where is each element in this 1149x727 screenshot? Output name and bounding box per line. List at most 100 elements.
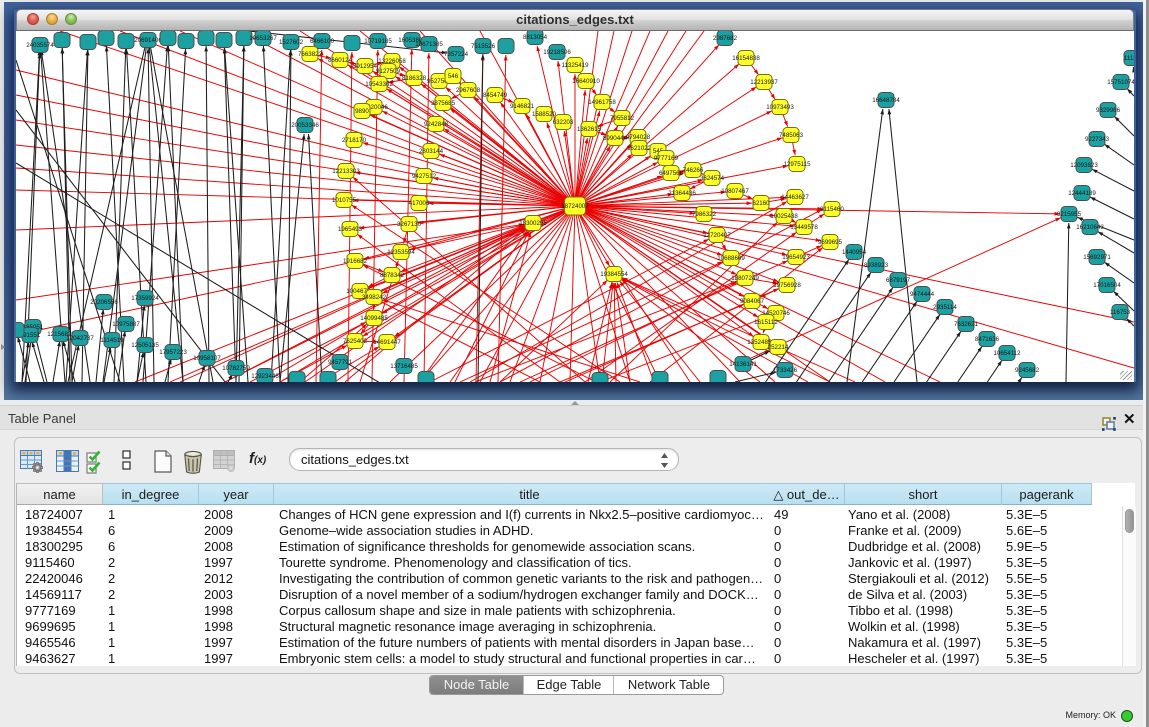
svg-text:8878342: 8878342 (380, 272, 405, 279)
svg-text:20053346: 20053346 (291, 122, 319, 129)
svg-text:14136141: 14136141 (729, 361, 757, 368)
svg-text:10688609: 10688609 (717, 255, 745, 262)
svg-text:10671385: 10671385 (415, 41, 443, 48)
svg-text:7515526: 7515526 (471, 43, 496, 50)
svg-text:8454749: 8454749 (483, 92, 508, 99)
svg-text:3875685: 3875685 (431, 100, 456, 107)
svg-text:9777169: 9777169 (654, 155, 679, 162)
svg-text:7955812: 7955812 (610, 115, 635, 122)
svg-text:1621022: 1621022 (627, 145, 652, 152)
svg-text:19218506: 19218506 (543, 49, 571, 56)
svg-text:746266: 746266 (683, 167, 704, 174)
svg-text:14961758: 14961758 (588, 99, 616, 106)
svg-text:10807467: 10807467 (721, 188, 749, 195)
svg-text:10653267: 10653267 (249, 35, 277, 42)
svg-text:3267130: 3267130 (397, 221, 422, 228)
svg-text:19654923: 19654923 (782, 254, 810, 261)
svg-text:9474444: 9474444 (910, 291, 935, 298)
svg-text:11325419: 11325419 (561, 62, 589, 69)
svg-text:62160: 62160 (752, 200, 770, 207)
svg-text:9084067: 9084067 (740, 298, 765, 305)
svg-text:6497568: 6497568 (659, 170, 684, 177)
svg-text:9457791: 9457791 (328, 359, 353, 366)
svg-text:116753: 116753 (1110, 309, 1131, 316)
svg-text:12213937: 12213937 (750, 79, 778, 86)
svg-text:17957223: 17957223 (159, 349, 187, 356)
svg-text:9146821: 9146821 (510, 103, 535, 110)
svg-text:2967608: 2967608 (456, 87, 481, 94)
svg-text:8990444: 8990444 (603, 135, 628, 142)
svg-text:8186328: 8186328 (402, 75, 427, 82)
svg-text:7632621: 7632621 (954, 321, 979, 328)
svg-text:1440954: 1440954 (842, 249, 867, 256)
svg-text:9329966: 9329966 (1096, 107, 1121, 114)
svg-text:12093823: 12093823 (1070, 162, 1098, 169)
svg-text:12923448: 12923448 (251, 373, 279, 380)
svg-text:10782759: 10782759 (222, 365, 250, 372)
svg-text:13716485: 13716485 (390, 363, 418, 370)
svg-text:8471636: 8471636 (975, 336, 1000, 343)
svg-text:7663822: 7663822 (298, 51, 323, 58)
svg-text:8813054: 8813054 (523, 34, 548, 41)
svg-text:16648784: 16648784 (872, 97, 900, 104)
svg-text:14463627: 14463627 (781, 194, 809, 201)
svg-text:13449578: 13449578 (790, 224, 818, 231)
svg-text:12975115: 12975115 (783, 161, 811, 168)
svg-text:1916682: 1916682 (343, 258, 368, 265)
svg-text:12505135: 12505135 (131, 342, 159, 349)
svg-text:1615112: 1615112 (754, 319, 778, 326)
svg-text:632203: 632203 (553, 119, 574, 126)
svg-text:10654112: 10654112 (993, 350, 1021, 357)
svg-text:10975887: 10975887 (112, 321, 140, 328)
svg-text:252214: 252214 (768, 344, 789, 351)
svg-text:3624574: 3624574 (700, 175, 725, 182)
svg-text:18807249: 18807249 (731, 275, 759, 282)
svg-text:16640910: 16640910 (572, 78, 600, 85)
svg-text:17016504: 17016504 (1093, 282, 1121, 289)
svg-text:20206556: 20206556 (90, 299, 118, 306)
svg-text:417006: 417006 (409, 200, 430, 207)
svg-text:6879197: 6879197 (886, 277, 911, 284)
svg-text:12444189: 12444189 (1068, 190, 1096, 197)
svg-text:17359924: 17359924 (131, 295, 159, 302)
svg-text:8215955: 8215955 (1057, 211, 1082, 218)
svg-text:9242848: 9242848 (424, 121, 449, 128)
svg-text:2087682: 2087682 (713, 35, 738, 42)
svg-text:8938923: 8938923 (864, 262, 889, 269)
svg-text:1527602: 1527602 (279, 39, 304, 46)
svg-text:2718170: 2718170 (342, 137, 367, 144)
svg-text:15692971: 15692971 (1083, 254, 1111, 261)
svg-text:9699695: 9699695 (818, 239, 843, 246)
svg-text:9127509: 9127509 (376, 68, 401, 75)
svg-text:6466100: 6466100 (310, 38, 335, 45)
svg-text:14099485: 14099485 (360, 315, 388, 322)
svg-text:9245682: 9245682 (1015, 367, 1040, 374)
svg-text:16210643: 16210643 (1076, 224, 1104, 231)
svg-text:1114519: 1114519 (100, 337, 124, 344)
svg-text:2803144: 2803144 (419, 148, 444, 155)
svg-text:3912954: 3912954 (353, 63, 378, 70)
svg-text:1733426: 1733426 (773, 367, 798, 374)
svg-text:12353594: 12353594 (387, 249, 415, 256)
svg-text:1965493: 1965493 (338, 226, 363, 233)
svg-text:1010755: 1010755 (332, 197, 357, 204)
svg-text:14691447: 14691447 (373, 339, 401, 346)
svg-text:19384554: 19384554 (600, 271, 628, 278)
svg-text:20691406: 20691406 (134, 37, 162, 44)
svg-text:7357224: 7357224 (444, 51, 469, 58)
svg-text:16154838: 16154838 (732, 55, 760, 62)
svg-text:15751074: 15751074 (1107, 79, 1134, 86)
svg-text:18300295: 18300295 (519, 220, 547, 227)
svg-text:12720407: 12720407 (703, 232, 731, 239)
svg-text:19756928: 19756928 (773, 282, 801, 289)
svg-text:11123: 11123 (1124, 55, 1134, 62)
svg-text:12213303: 12213303 (332, 168, 360, 175)
svg-text:10543362: 10543362 (365, 81, 393, 88)
svg-text:7485063: 7485063 (779, 132, 804, 139)
svg-text:10719185: 10719185 (364, 38, 392, 45)
svg-text:21364436: 21364436 (668, 190, 696, 197)
svg-text:18724007: 18724007 (561, 203, 589, 210)
svg-text:9427512: 9427512 (412, 173, 437, 180)
svg-text:1588520: 1588520 (532, 111, 557, 118)
svg-text:9115460: 9115460 (820, 206, 844, 213)
